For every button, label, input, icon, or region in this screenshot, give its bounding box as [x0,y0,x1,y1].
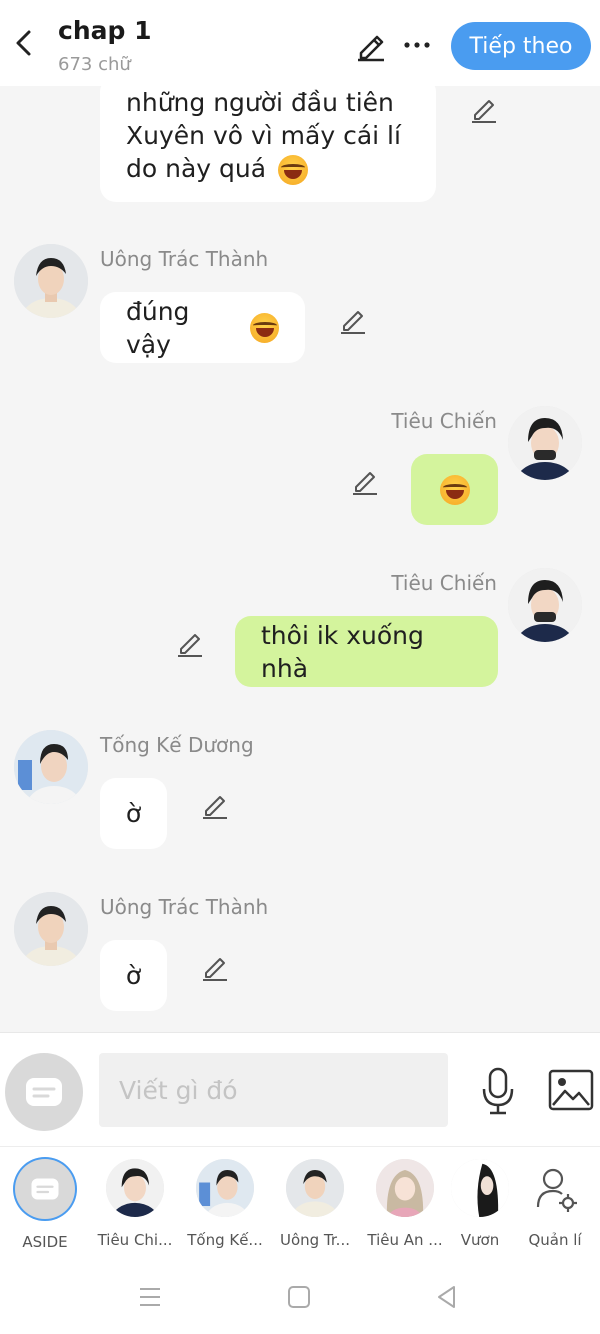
aside-toggle-button[interactable] [5,1053,83,1131]
avatar[interactable] [14,892,88,966]
message-text-line: do này quá [126,152,410,185]
sender-name: Tống Kế Dương [100,733,254,757]
more-icon[interactable] [402,30,432,60]
pencil-icon[interactable] [350,466,380,496]
manage-user-icon [526,1159,584,1217]
laughing-emoji [250,312,279,343]
microphone-icon[interactable] [478,1067,518,1115]
sender-name: Uông Trác Thành [100,247,269,271]
pencil-icon[interactable] [354,28,388,62]
pencil-icon[interactable] [338,305,368,335]
avatar[interactable] [508,568,582,642]
top-bar: chap 1 673 chữ Tiếp theo [0,0,600,86]
home-icon[interactable] [286,1284,312,1310]
message-bubble[interactable]: những người đầu tiên Xuyên vô vì mấy cái… [100,86,436,202]
message-text: đúng vậy [126,296,190,359]
message-input[interactable] [99,1053,448,1127]
message-bubble[interactable]: ờ [100,940,167,1011]
aside-avatar [15,1159,75,1219]
character-label: Uông Tr... [279,1231,350,1249]
sender-name: Tiêu Chiến [391,571,497,595]
message-text-line: Xuyên vô vì mấy cái lí [126,121,401,150]
message-bubble[interactable]: ờ [100,778,167,849]
message-bubble[interactable]: thôi ik xuống nhà [235,616,498,687]
laughing-emoji [278,155,309,185]
avatar[interactable] [14,244,88,318]
laughing-emoji [439,474,470,505]
character-tieu-chien[interactable]: Tiêu Chi... [90,1159,180,1249]
avatar [286,1159,344,1217]
avatar [196,1159,254,1217]
character-label: ASIDE [22,1233,68,1251]
pencil-icon[interactable] [200,790,230,820]
character-uong-trac-thanh[interactable]: Uông Tr... [270,1159,360,1249]
message-bubble[interactable]: đúng vậy [100,292,305,363]
chapter-title: chap 1 [58,16,152,45]
pencil-icon[interactable] [175,628,205,658]
compose-bar [0,1032,600,1146]
aside-icon [26,1078,62,1106]
sender-name: Uông Trác Thành [100,895,269,919]
chat-area[interactable]: những người đầu tiên Xuyên vô vì mấy cái… [0,86,600,1032]
message-text: ờ [125,961,142,990]
avatar[interactable] [14,730,88,804]
avatar [451,1159,509,1217]
pencil-icon[interactable] [200,952,230,982]
character-bar: ASIDE Tiêu Chi... Tống Kế... Uông Tr... … [0,1146,600,1256]
avatar [376,1159,434,1217]
next-button[interactable]: Tiếp theo [451,22,591,70]
character-tong-ke-duong[interactable]: Tống Kế... [180,1159,270,1249]
system-nav-bar [0,1256,600,1334]
message-bubble[interactable] [411,454,498,525]
avatar[interactable] [508,406,582,480]
manage-characters-button[interactable]: Quản lí [510,1159,600,1249]
pencil-icon[interactable] [469,94,499,124]
message-text: ờ [125,799,142,828]
character-label: Tống Kế... [187,1231,263,1249]
avatar [106,1159,164,1217]
message-text: thôi ik xuống nhà [261,620,424,683]
character-label: Tiêu Chi... [97,1231,173,1249]
word-count: 673 chữ [58,54,131,75]
aside-icon [31,1178,59,1200]
menu-icon[interactable] [137,1284,163,1310]
image-icon[interactable] [548,1069,594,1111]
character-label: Quản lí [528,1231,582,1249]
back-icon[interactable] [434,1284,460,1310]
sender-name: Tiêu Chiến [391,409,497,433]
character-aside[interactable]: ASIDE [0,1159,90,1251]
back-arrow-icon[interactable] [10,26,38,60]
message-text-line: những người đầu tiên [126,88,394,117]
